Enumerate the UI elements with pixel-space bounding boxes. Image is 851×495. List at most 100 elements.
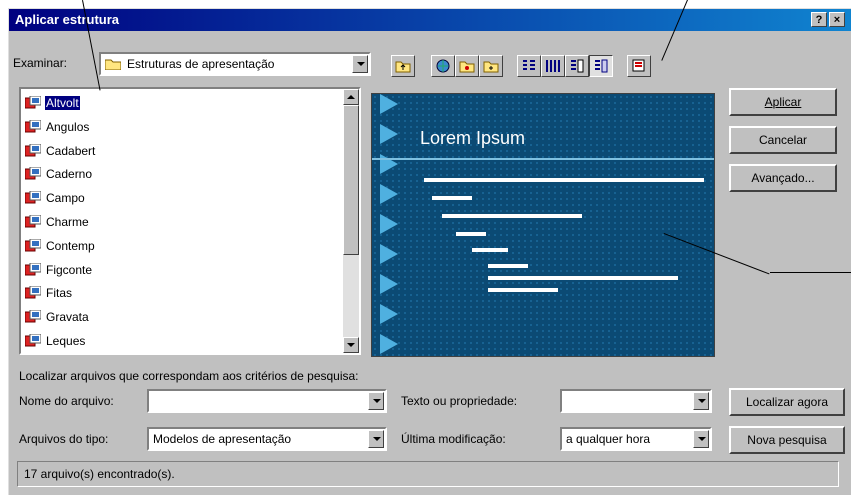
presentation-file-icon xyxy=(24,238,42,253)
file-name: Angulos xyxy=(46,119,90,134)
properties-icon xyxy=(571,59,584,73)
list-item[interactable]: Fitas xyxy=(24,283,73,303)
scroll-up-button[interactable] xyxy=(343,89,359,105)
find-now-button[interactable]: Localizar agora xyxy=(729,388,845,416)
apply-button[interactable]: Aplicar xyxy=(729,88,837,116)
advanced-button[interactable]: Avançado... xyxy=(729,164,837,192)
preview-title: Lorem Ipsum xyxy=(420,128,526,148)
scroll-thumb[interactable] xyxy=(343,105,359,255)
preview-text-line xyxy=(442,214,582,218)
commands-icon xyxy=(632,59,645,72)
look-in-value: Estruturas de apresentação xyxy=(127,57,275,71)
list-item[interactable]: Cadabert xyxy=(24,141,96,161)
preview-text-line xyxy=(488,276,678,280)
file-name: Figconte xyxy=(46,262,93,277)
file-name: Fitas xyxy=(46,286,73,301)
ribbon-decoration xyxy=(380,94,398,354)
favorites-folder-icon xyxy=(459,61,475,73)
new-search-button[interactable]: Nova pesquisa xyxy=(729,426,845,454)
preview-view-button[interactable] xyxy=(589,55,613,77)
look-in-favorites-button[interactable] xyxy=(455,55,479,77)
list-view-button[interactable] xyxy=(517,55,541,77)
list-item[interactable]: Leques xyxy=(24,331,86,351)
presentation-file-icon xyxy=(24,119,42,134)
list-item[interactable]: Caderno xyxy=(24,164,93,184)
add-favorite-icon xyxy=(483,61,499,73)
list-item[interactable]: Gravata xyxy=(24,307,90,327)
presentation-file-icon xyxy=(24,95,42,110)
presentation-file-icon xyxy=(24,333,42,348)
scroll-down-button[interactable] xyxy=(343,337,359,353)
close-button[interactable]: × xyxy=(829,12,845,27)
up-one-level-button[interactable] xyxy=(391,55,415,77)
properties-view-button[interactable] xyxy=(565,55,589,77)
design-preview: Lorem Ipsum xyxy=(371,93,715,357)
search-heading: Localizar arquivos que correspondam aos … xyxy=(19,369,359,383)
list-item[interactable]: Altvolt xyxy=(24,93,80,113)
chevron-down-icon[interactable] xyxy=(368,430,384,448)
presentation-file-icon xyxy=(24,190,42,205)
list-item[interactable]: Contemp xyxy=(24,236,96,256)
file-name-label: Nome do arquivo: xyxy=(19,394,114,408)
files-of-type-label: Arquivos do tipo: xyxy=(19,432,109,446)
presentation-file-icon xyxy=(24,309,42,324)
title-bar: Aplicar estrutura ? × xyxy=(9,9,851,31)
details-view-icon xyxy=(546,60,560,72)
preview-text-line xyxy=(472,248,508,252)
preview-text-line xyxy=(488,264,528,268)
list-item[interactable]: Campo xyxy=(24,188,86,208)
text-property-label: Texto ou propriedade: xyxy=(401,394,518,408)
last-modified-combo[interactable]: a qualquer hora xyxy=(560,427,712,451)
status-text: 17 arquivo(s) encontrado(s). xyxy=(24,467,175,481)
callout-line xyxy=(770,272,851,273)
folder-up-icon xyxy=(395,61,411,73)
look-in-combo[interactable]: Estruturas de apresentação xyxy=(99,52,371,76)
last-modified-label: Última modificação: xyxy=(401,432,506,446)
text-property-combo[interactable] xyxy=(560,389,712,413)
chevron-down-icon[interactable] xyxy=(352,55,368,73)
preview-text-line xyxy=(432,196,472,200)
globe-icon xyxy=(436,59,450,73)
file-name: Gravata xyxy=(46,310,89,325)
search-web-button[interactable] xyxy=(431,55,455,77)
file-name: Charme xyxy=(46,215,89,229)
file-name-combo[interactable] xyxy=(147,389,387,413)
list-item[interactable]: Figconte xyxy=(24,260,93,280)
window-title: Aplicar estrutura xyxy=(15,12,120,27)
commands-and-settings-button[interactable] xyxy=(627,55,651,77)
file-list[interactable]: Altvolt Angulos Cadabert Caderno Campo Charme… xyxy=(19,87,361,355)
apply-design-dialog: Aplicar estrutura ? × Examinar: Estrutur… xyxy=(8,8,851,495)
details-view-button[interactable] xyxy=(541,55,565,77)
folder-icon xyxy=(104,58,122,73)
chevron-down-icon[interactable] xyxy=(693,392,709,410)
presentation-file-icon xyxy=(24,166,42,181)
file-name: Altvolt xyxy=(45,96,80,110)
presentation-file-icon xyxy=(24,285,42,300)
list-item[interactable]: Charme xyxy=(24,212,90,232)
file-name: Caderno xyxy=(46,167,93,182)
chevron-down-icon[interactable] xyxy=(368,392,384,410)
list-view-icon xyxy=(523,60,535,70)
file-list-scrollbar[interactable] xyxy=(343,89,359,353)
list-item[interactable]: Angulos xyxy=(24,117,90,137)
apply-label: Aplicar xyxy=(764,95,802,109)
file-name: Leques xyxy=(46,334,86,348)
add-to-favorites-button[interactable] xyxy=(479,55,503,77)
files-of-type-combo[interactable]: Modelos de apresentação xyxy=(147,427,387,451)
preview-icon xyxy=(595,59,608,73)
files-of-type-value: Modelos de apresentação xyxy=(153,432,292,446)
arrow-up-icon xyxy=(347,95,355,99)
presentation-file-icon xyxy=(24,143,42,158)
preview-text-line xyxy=(424,178,704,182)
file-name: Contemp xyxy=(46,238,95,253)
preview-text-line xyxy=(456,232,486,236)
preview-divider xyxy=(372,158,714,160)
chevron-down-icon[interactable] xyxy=(693,430,709,448)
arrow-down-icon xyxy=(347,343,355,347)
file-name: Cadabert xyxy=(46,143,96,158)
preview-text-line xyxy=(488,288,558,292)
cancel-button[interactable]: Cancelar xyxy=(729,126,837,154)
presentation-file-icon xyxy=(24,262,42,277)
file-name: Campo xyxy=(46,191,85,206)
help-button[interactable]: ? xyxy=(811,12,827,27)
